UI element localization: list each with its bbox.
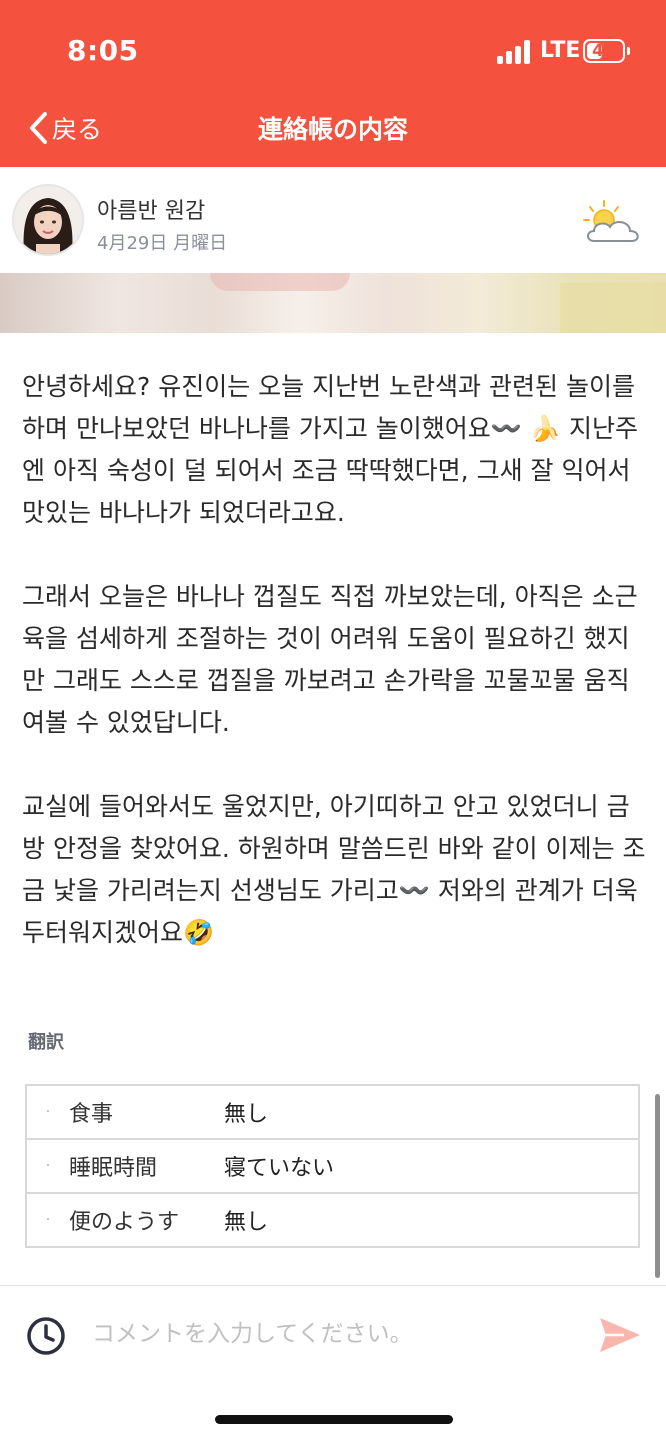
network-type: LTE xyxy=(540,38,581,63)
translate-button[interactable]: 翻訳 xyxy=(28,1028,64,1054)
clock-icon[interactable] xyxy=(26,1316,66,1356)
info-label: 便のようす xyxy=(69,1210,180,1235)
send-icon[interactable] xyxy=(596,1314,644,1356)
comment-bar xyxy=(0,1285,666,1381)
note-paragraph: 그래서 오늘은 바나나 껍질도 직접 까보았는데, 아직은 소근육을 섬세하게 … xyxy=(22,582,638,737)
status-time: 8:05 xyxy=(67,34,139,67)
info-value: 寝ていない xyxy=(224,1156,335,1181)
battery-nub xyxy=(627,47,630,55)
battery-icon: 45 xyxy=(583,39,625,63)
table-row: · 睡眠時間 寝ていない xyxy=(27,1138,638,1192)
info-label: 食事 xyxy=(69,1102,114,1127)
info-value: 無し xyxy=(224,1210,269,1235)
attached-photo[interactable] xyxy=(0,273,666,333)
author-row: 아름반 원감 4月29日 月曜日 xyxy=(0,167,666,273)
page-title: 連絡帳の内容 xyxy=(257,115,408,144)
note-paragraph: 안녕하세요? 유진이는 오늘 지난번 노란색과 관련된 놀이를 하며 만나보았던… xyxy=(22,372,638,527)
bullet-icon: · xyxy=(45,1212,51,1228)
info-value: 無し xyxy=(224,1102,269,1127)
comment-input[interactable] xyxy=(92,1314,572,1354)
battery-level-text: 45 xyxy=(592,41,616,61)
avatar[interactable] xyxy=(12,184,84,256)
table-row: · 食事 無し xyxy=(27,1086,638,1138)
app-header: 8:05 LTE 45 戻る 連絡帳の内容 xyxy=(0,0,666,167)
note-body: 안녕하세요? 유진이는 오늘 지난번 노란색과 관련된 놀이를 하며 만나보았던… xyxy=(22,366,648,954)
avatar-image xyxy=(14,186,82,254)
signal-strength-icon xyxy=(497,40,533,64)
daily-info-table: · 食事 無し · 睡眠時間 寝ていない · 便のようす 無し xyxy=(25,1084,640,1248)
author-name: 아름반 원감 xyxy=(97,199,206,224)
note-paragraph: 교실에 들어와서도 울었지만, 아기띠하고 안고 있었더니 금방 안정을 찾았어… xyxy=(22,792,646,947)
bullet-icon: · xyxy=(45,1158,51,1174)
sun-behind-cloud-icon xyxy=(583,200,639,242)
info-label: 睡眠時間 xyxy=(69,1156,158,1181)
entry-date: 4月29日 月曜日 xyxy=(97,233,228,254)
table-row: · 便のようす 無し xyxy=(27,1192,638,1246)
home-indicator xyxy=(215,1415,453,1424)
scrollbar[interactable] xyxy=(655,1094,660,1278)
bullet-icon: · xyxy=(45,1104,51,1120)
